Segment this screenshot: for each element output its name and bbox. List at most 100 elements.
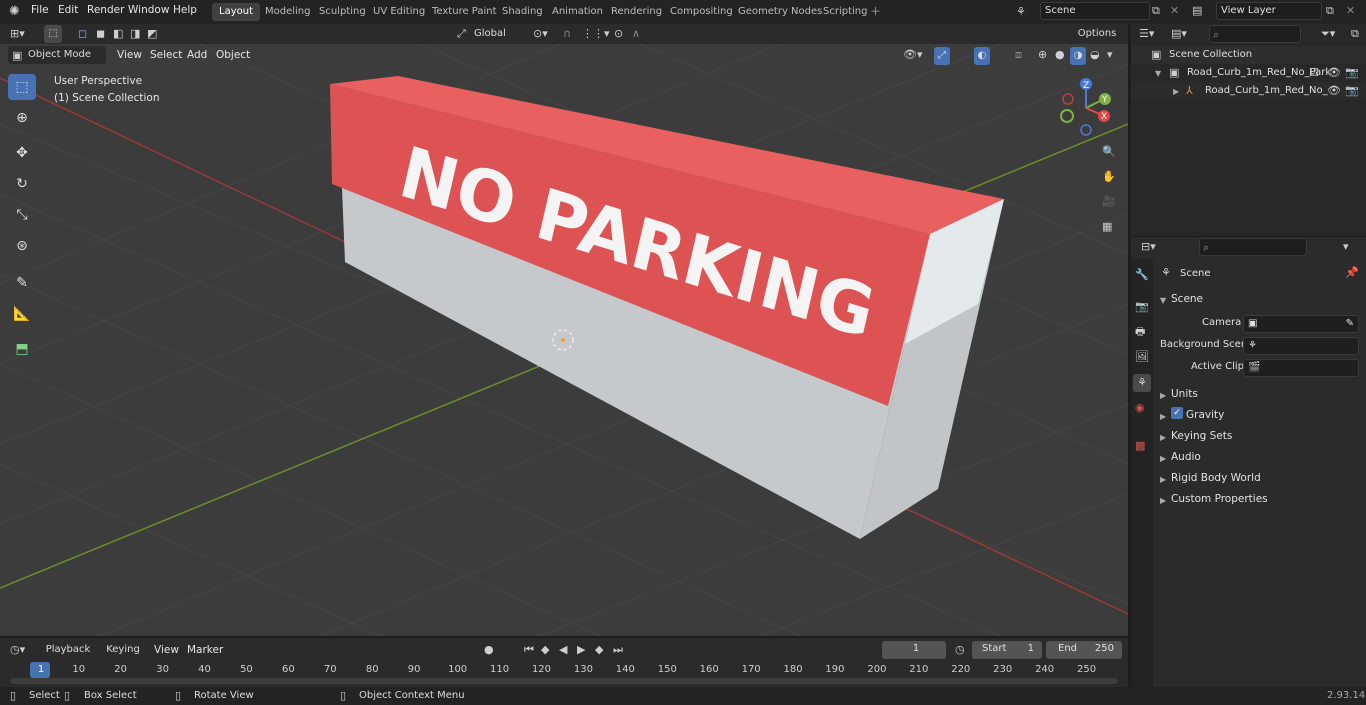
- blender-logo-icon[interactable]: ✺: [9, 5, 20, 18]
- outliner-row-collection[interactable]: ▼ ▣ Road_Curb_1m_Red_No_Park ☑ 👁 📷: [1131, 64, 1366, 82]
- measure-tool-icon[interactable]: 📐: [8, 301, 36, 327]
- visibility-eye-icon[interactable]: 👁: [1327, 85, 1341, 96]
- tab-rendering[interactable]: Rendering: [604, 3, 669, 21]
- render-camera-icon[interactable]: 📷: [1345, 67, 1359, 78]
- next-keyframe-icon[interactable]: ◆: [595, 644, 603, 655]
- end-frame-field[interactable]: End 250: [1046, 641, 1122, 659]
- start-frame-field[interactable]: Start 1: [972, 641, 1042, 659]
- annotate-tool-icon[interactable]: ✎: [8, 270, 36, 296]
- view-layer-tab-icon[interactable]: 🖼: [1135, 351, 1149, 362]
- options-dropdown[interactable]: Options: [1071, 25, 1123, 43]
- keying-dropdown[interactable]: Keying: [100, 641, 146, 659]
- output-tab-icon[interactable]: 🖶: [1135, 326, 1145, 337]
- pan-hand-icon[interactable]: ✋: [1102, 171, 1116, 182]
- menu-window[interactable]: Window: [128, 4, 169, 16]
- properties-editor-icon[interactable]: ⊟▾: [1141, 241, 1156, 252]
- viewport-menu-object[interactable]: Object: [216, 49, 250, 61]
- jump-end-icon[interactable]: ⏭: [613, 644, 623, 655]
- delete-scene-icon[interactable]: ✕: [1170, 5, 1179, 16]
- display-mode-icon[interactable]: ▤▾: [1171, 28, 1187, 39]
- active-clip-field[interactable]: 🎬: [1243, 359, 1359, 377]
- tab-sculpting[interactable]: Sculpting: [312, 3, 373, 21]
- tab-uv-editing[interactable]: UV Editing: [366, 3, 432, 21]
- snap-target-icon[interactable]: ⋮⋮▾: [582, 28, 610, 39]
- expand-arrow-icon[interactable]: ▼: [1155, 69, 1161, 78]
- material-shading-icon[interactable]: ◑: [1070, 47, 1086, 65]
- outliner-row-object[interactable]: ▶ ⅄ Road_Curb_1m_Red_No_ 👁 📷: [1131, 82, 1366, 100]
- add-cube-tool-icon[interactable]: ⬒: [8, 336, 36, 362]
- select-mode-intersect-icon[interactable]: ◩: [147, 28, 157, 39]
- scene-icon[interactable]: ⚘: [1016, 6, 1026, 17]
- properties-options-icon[interactable]: ▾: [1343, 241, 1349, 252]
- gizmo-toggle-icon[interactable]: ⤢: [934, 47, 950, 65]
- proportional-edit-icon[interactable]: ⊙: [614, 28, 623, 39]
- jump-start-icon[interactable]: ⏮: [524, 644, 534, 655]
- background-scene-field[interactable]: ⚘: [1243, 337, 1359, 355]
- expand-arrow-icon[interactable]: ▶: [1160, 391, 1166, 400]
- auto-keying-icon[interactable]: ●: [484, 644, 494, 655]
- scene-name-field[interactable]: Scene: [1040, 2, 1150, 20]
- viewport-menu-view[interactable]: View: [117, 49, 142, 61]
- snap-icon[interactable]: ∩: [563, 28, 571, 39]
- render-camera-icon[interactable]: 📷: [1345, 85, 1359, 96]
- rotate-tool-icon[interactable]: ↻: [8, 171, 36, 197]
- preview-range-icon[interactable]: ◷: [955, 644, 965, 655]
- zoom-icon[interactable]: 🔍: [1102, 146, 1116, 157]
- world-tab-icon[interactable]: ◉: [1135, 402, 1145, 413]
- editor-type-icon[interactable]: ⊞▾: [10, 28, 25, 39]
- pivot-point-icon[interactable]: ⊙▾: [533, 28, 548, 39]
- select-mode-new-icon[interactable]: ◻: [78, 28, 87, 39]
- timeline-scrollbar[interactable]: [10, 678, 1118, 684]
- units-panel[interactable]: Units: [1171, 388, 1198, 400]
- exclude-checkbox-icon[interactable]: ☑: [1309, 67, 1319, 78]
- rigid-body-world-panel[interactable]: Rigid Body World: [1171, 472, 1261, 484]
- select-box-tool-icon[interactable]: ⬚: [8, 74, 36, 100]
- tab-scripting[interactable]: Scripting: [816, 3, 874, 21]
- delete-view-layer-icon[interactable]: ✕: [1346, 5, 1355, 16]
- expand-arrow-icon[interactable]: ▶: [1160, 454, 1166, 463]
- menu-render[interactable]: Render: [87, 4, 124, 16]
- custom-properties-panel[interactable]: Custom Properties: [1171, 493, 1268, 505]
- expand-arrow-icon[interactable]: ▶: [1173, 87, 1179, 96]
- current-frame-field[interactable]: 1: [882, 641, 946, 659]
- ortho-grid-icon[interactable]: ▦: [1102, 221, 1112, 232]
- timeline-menu-marker[interactable]: Marker: [187, 644, 223, 656]
- prev-keyframe-icon[interactable]: ◆: [541, 644, 549, 655]
- filter-icon[interactable]: ⏷▾: [1321, 28, 1335, 39]
- tab-layout[interactable]: Layout: [212, 3, 260, 21]
- viewport-menu-select[interactable]: Select: [150, 49, 182, 61]
- object-mode-dropdown[interactable]: Object Mode: [8, 46, 106, 64]
- add-workspace-icon[interactable]: ＋: [870, 6, 881, 17]
- menu-edit[interactable]: Edit: [58, 4, 78, 16]
- expand-arrow-icon[interactable]: ▶: [1160, 412, 1166, 421]
- select-mode-invert-icon[interactable]: ◨: [130, 28, 140, 39]
- menu-help[interactable]: Help: [173, 4, 197, 16]
- gravity-panel[interactable]: Gravity: [1186, 409, 1224, 421]
- keying-sets-panel[interactable]: Keying Sets: [1171, 430, 1232, 442]
- rendered-shading-icon[interactable]: ◒: [1090, 49, 1100, 60]
- gravity-checkbox[interactable]: ✓: [1171, 407, 1183, 419]
- visibility-icon[interactable]: 👁▾: [903, 49, 923, 60]
- timeline-menu-view[interactable]: View: [154, 644, 179, 656]
- scene-tab-icon[interactable]: ⚘: [1133, 374, 1151, 392]
- move-tool-icon[interactable]: ✥: [8, 140, 36, 166]
- outliner-row-root[interactable]: ▣ Scene Collection: [1131, 46, 1366, 64]
- camera-field[interactable]: ▣ ✎: [1243, 315, 1359, 333]
- visibility-eye-icon[interactable]: 👁: [1327, 67, 1341, 78]
- play-reverse-icon[interactable]: ◀: [559, 644, 567, 655]
- play-icon[interactable]: ▶: [577, 644, 585, 655]
- expand-arrow-icon[interactable]: ▶: [1160, 475, 1166, 484]
- view-layer-field[interactable]: View Layer: [1216, 2, 1322, 20]
- pin-icon[interactable]: 📌: [1345, 267, 1359, 278]
- tool-tab-icon[interactable]: 🔧: [1135, 269, 1149, 280]
- timeline-editor-icon[interactable]: ◷▾: [10, 644, 25, 655]
- tab-shading[interactable]: Shading: [495, 3, 550, 21]
- tab-compositing[interactable]: Compositing: [663, 3, 740, 21]
- outliner-search-input[interactable]: [1209, 25, 1301, 43]
- new-view-layer-icon[interactable]: ⧉: [1326, 5, 1334, 16]
- tab-geometry-nodes[interactable]: Geometry Nodes: [731, 3, 829, 21]
- shading-options-icon[interactable]: ▾: [1107, 49, 1113, 60]
- navigation-gizmo[interactable]: Z Y X: [1058, 78, 1118, 138]
- properties-search-input[interactable]: [1199, 238, 1307, 256]
- texture-tab-icon[interactable]: ▩: [1135, 440, 1145, 451]
